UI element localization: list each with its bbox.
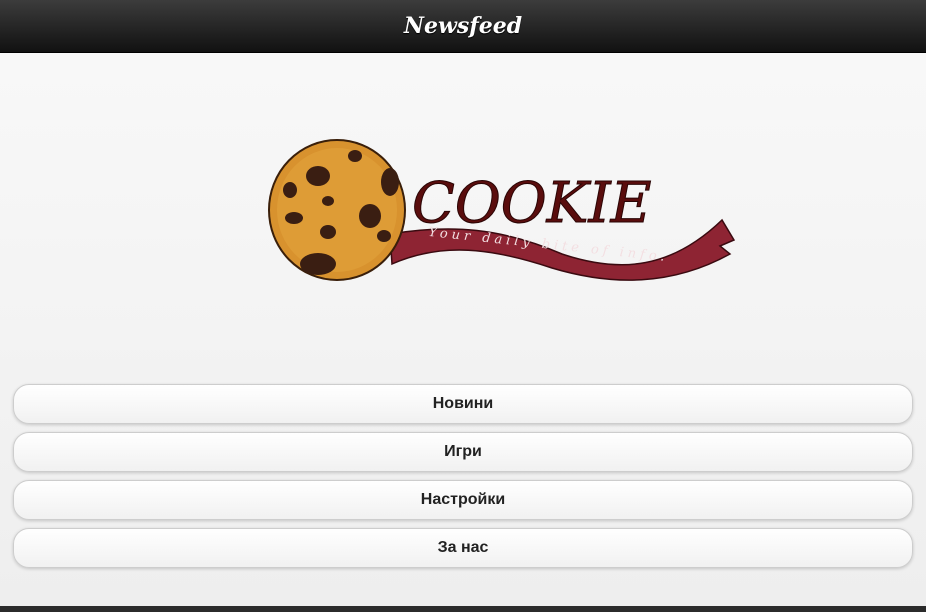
settings-button[interactable]: Настройки <box>13 480 913 520</box>
main-menu: Новини Игри Настройки За нас <box>13 384 913 576</box>
games-button[interactable]: Игри <box>13 432 913 472</box>
about-button[interactable]: За нас <box>13 528 913 568</box>
page-title: Newsfeed <box>403 13 523 39</box>
cookie-icon <box>268 139 406 281</box>
header-bar: Newsfeed <box>0 0 926 53</box>
logo-wordmark: COOKIE <box>412 171 652 236</box>
cookie-logo: Your daily bite of info. COOKIE <box>268 139 736 281</box>
footer-bar <box>0 606 926 612</box>
news-button[interactable]: Новини <box>13 384 913 424</box>
